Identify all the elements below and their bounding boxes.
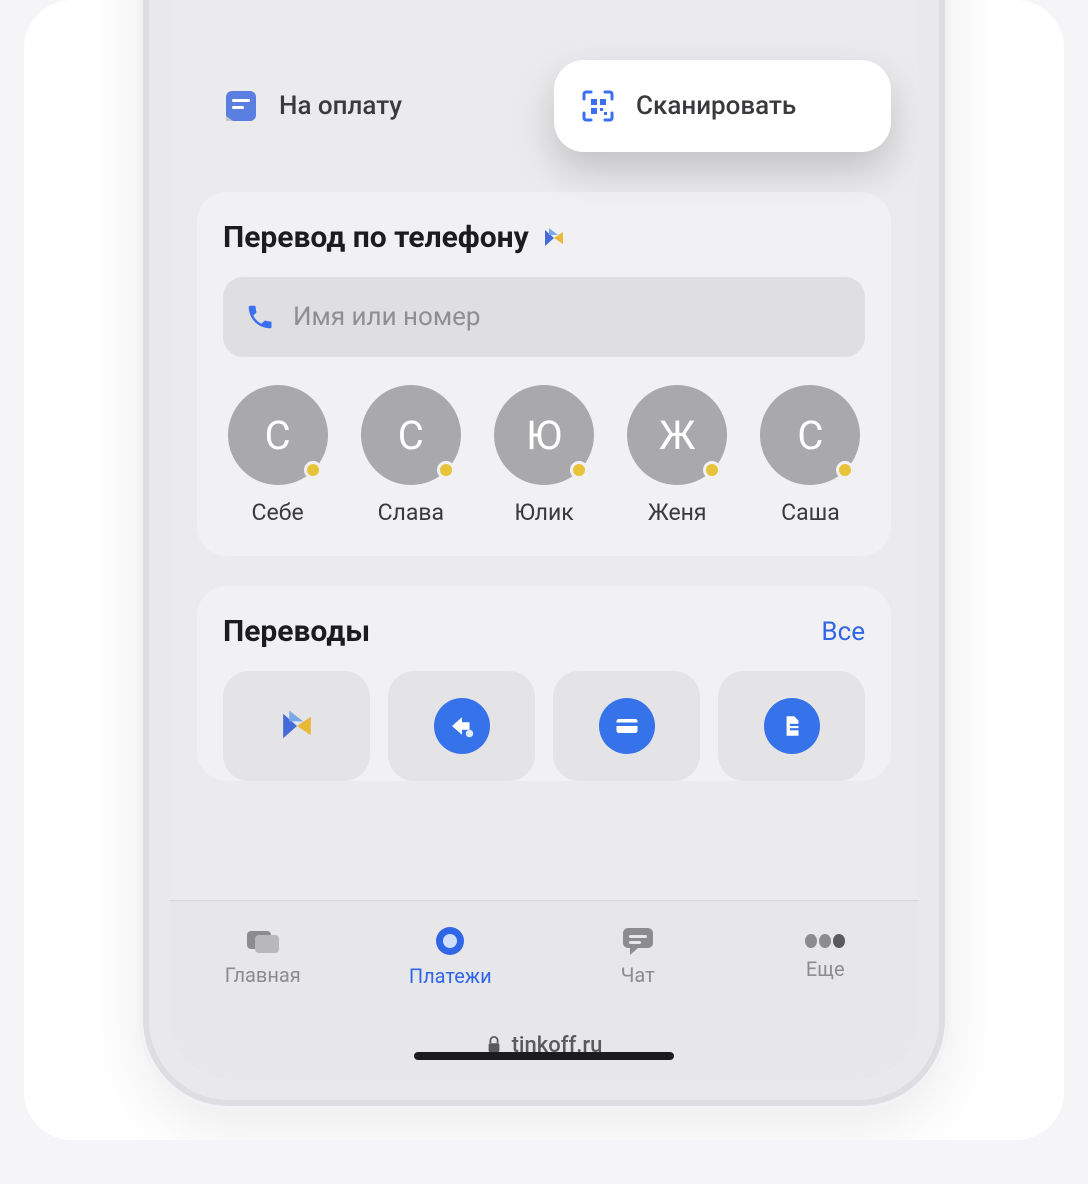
home-tab-icon — [243, 925, 283, 957]
sbp-icon — [541, 225, 567, 251]
transfer-tile-card[interactable] — [553, 671, 700, 781]
contact-item[interactable]: Ж Женя — [623, 385, 732, 526]
tab-home[interactable]: Главная — [169, 901, 357, 1010]
status-dot — [703, 461, 721, 479]
avatar: С — [760, 385, 860, 485]
avatar: Ж — [627, 385, 727, 485]
avatar-initial: С — [398, 412, 424, 459]
contact-item[interactable]: С Слава — [356, 385, 465, 526]
phone-icon — [245, 302, 275, 332]
contacts-row: С Себе С Слава Ю Юлик Ж — [223, 385, 865, 526]
scan-chip[interactable]: Сканировать — [554, 60, 891, 152]
tab-label: Еще — [806, 957, 845, 981]
receipt-icon — [221, 86, 261, 126]
transfers-title: Переводы — [223, 614, 370, 649]
tab-chat[interactable]: Чат — [544, 901, 732, 1010]
avatar: С — [361, 385, 461, 485]
avatar: Ю — [494, 385, 594, 485]
more-tab-icon — [803, 931, 847, 951]
contact-item[interactable]: С Саша — [756, 385, 865, 526]
contact-name: Слава — [378, 499, 444, 526]
scan-chip-label: Сканировать — [636, 91, 796, 121]
contact-name: Саша — [781, 499, 840, 526]
tab-more[interactable]: Еще — [732, 901, 920, 1010]
tab-label: Платежи — [409, 964, 492, 988]
contact-name: Юлик — [514, 499, 573, 526]
document-icon — [764, 698, 820, 754]
avatar-initial: Ж — [659, 412, 695, 459]
tab-payments[interactable]: Платежи — [357, 901, 545, 1010]
pay-chip-label: На оплату — [279, 91, 402, 121]
status-dot — [570, 461, 588, 479]
sbp-icon — [277, 706, 317, 746]
page-card: На оплату — [24, 0, 1064, 1140]
home-indicator[interactable] — [414, 1052, 674, 1060]
transfers-title-text: Переводы — [223, 614, 370, 649]
avatar-initial: С — [797, 412, 823, 459]
avatar: С — [228, 385, 328, 485]
top-actions-row: На оплату — [197, 60, 891, 152]
contact-name: Женя — [648, 499, 707, 526]
contact-item[interactable]: С Себе — [223, 385, 332, 526]
app-content: На оплату — [169, 0, 919, 900]
tab-label: Чат — [621, 963, 655, 987]
qr-scan-icon — [578, 86, 618, 126]
phone-screen: На оплату — [169, 0, 919, 1080]
card-icon — [599, 698, 655, 754]
phone-search-input[interactable]: Имя или номер — [223, 277, 865, 357]
bottom-tab-bar: Главная Платежи Чат — [169, 900, 919, 1010]
status-dot — [304, 461, 322, 479]
phone-search-placeholder: Имя или номер — [293, 302, 481, 332]
avatar-initial: С — [265, 412, 291, 459]
transfer-tile-req[interactable] — [718, 671, 865, 781]
status-dot — [836, 461, 854, 479]
transfers-all-link[interactable]: Все — [821, 617, 865, 647]
contact-item[interactable]: Ю Юлик — [489, 385, 598, 526]
transfer-tiles — [223, 671, 865, 781]
transfers-card: Переводы Все — [197, 586, 891, 781]
phone-transfer-title-text: Перевод по телефону — [223, 220, 529, 255]
status-dot — [437, 461, 455, 479]
contact-name: Себе — [252, 499, 304, 526]
avatar-initial: Ю — [526, 412, 562, 459]
pay-chip[interactable]: На оплату — [197, 60, 534, 152]
swap-icon — [434, 698, 490, 754]
phone-transfer-title: Перевод по телефону — [223, 220, 567, 255]
phone-frame: На оплату — [139, 0, 949, 1110]
transfer-tile-between[interactable] — [388, 671, 535, 781]
browser-address-bar[interactable]: tinkoff.ru — [169, 1010, 919, 1080]
phone-transfer-card: Перевод по телефону — [197, 192, 891, 556]
chat-tab-icon — [620, 925, 656, 957]
tab-label: Главная — [225, 963, 301, 987]
payments-tab-icon — [433, 924, 467, 958]
transfer-tile-sbp[interactable] — [223, 671, 370, 781]
